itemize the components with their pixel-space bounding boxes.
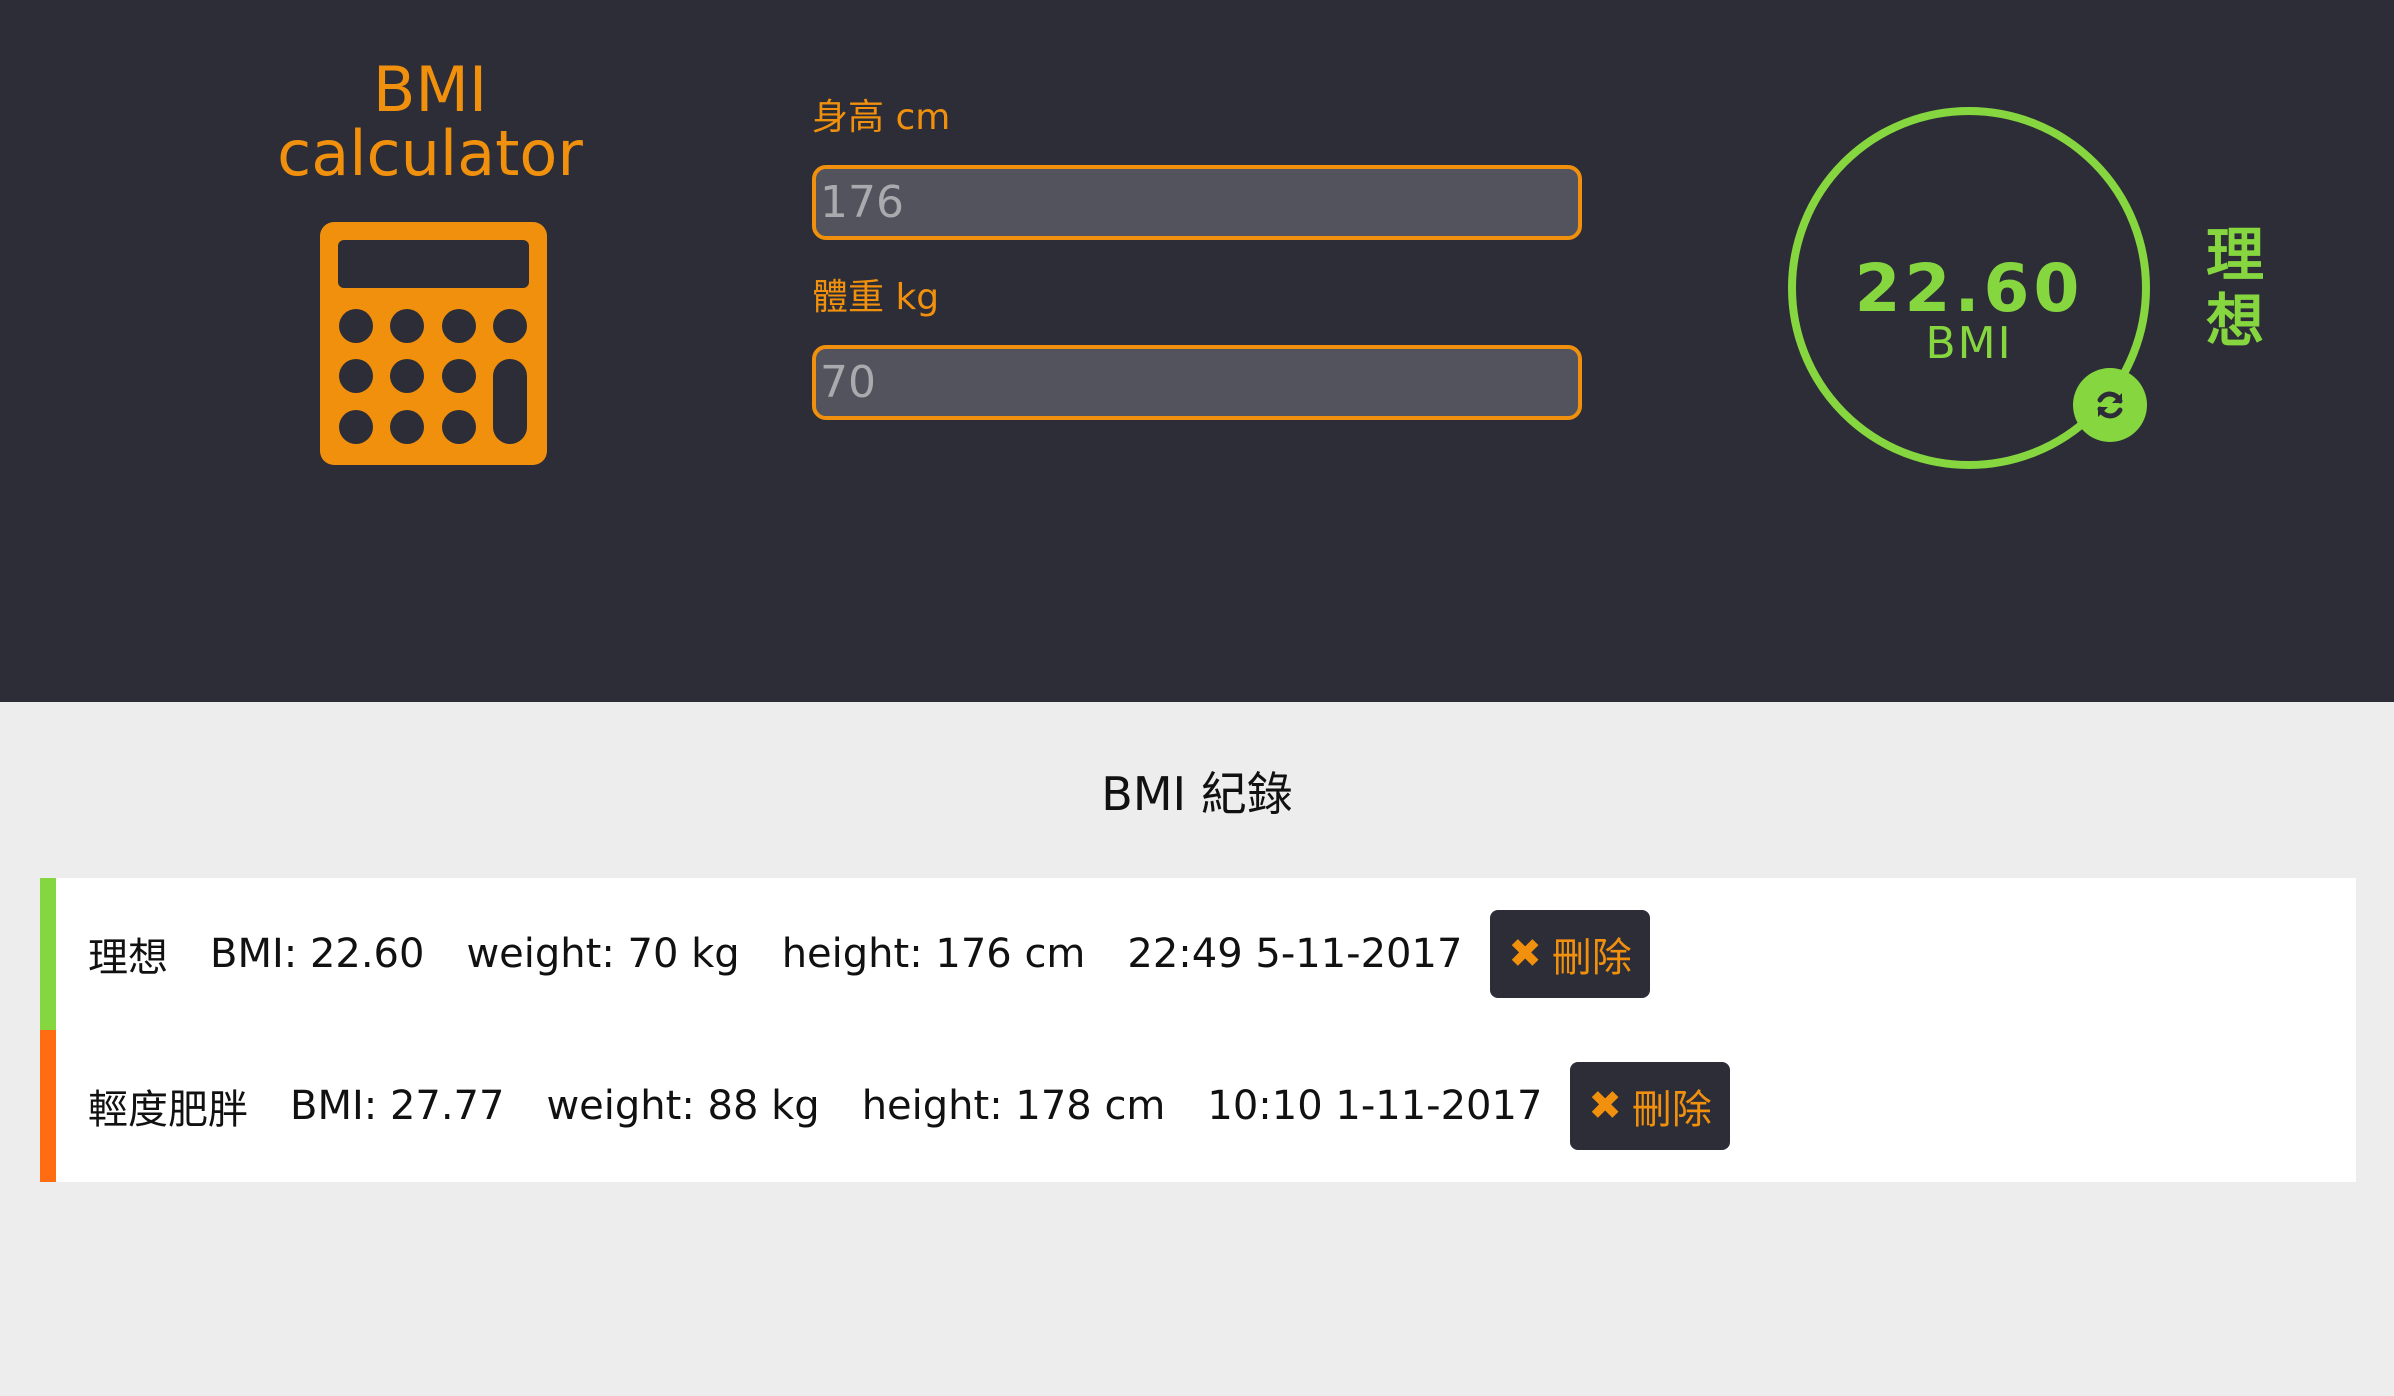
refresh-button[interactable] <box>2073 368 2147 442</box>
record-row: 理想 BMI: 22.60 weight: 70 kg height: 176 … <box>40 878 2356 1030</box>
records-list: 理想 BMI: 22.60 weight: 70 kg height: 176 … <box>40 878 2356 1182</box>
record-status: 理想 <box>88 935 168 981</box>
record-height: height: 176 cm <box>781 931 1086 977</box>
status-color-bar <box>40 1030 56 1182</box>
height-input[interactable] <box>812 165 1582 240</box>
weight-label: 體重 kg <box>812 277 940 318</box>
close-icon: ✖ <box>1588 1083 1622 1129</box>
record-row: 輕度肥胖 BMI: 27.77 weight: 88 kg height: 17… <box>40 1030 2356 1182</box>
delete-label: 刪除 <box>1551 935 1632 981</box>
bmi-value: 22.60 <box>1854 250 2084 327</box>
status-color-bar <box>40 878 56 1030</box>
weight-input[interactable] <box>812 345 1582 420</box>
bmi-status: 理想 <box>2205 221 2264 355</box>
brand-title: BMI calculator <box>270 58 590 186</box>
delete-button[interactable]: ✖ 刪除 <box>1490 910 1650 998</box>
calculator-icon <box>320 222 547 465</box>
record-time: 22:49 5-11-2017 <box>1127 931 1463 977</box>
record-height: height: 178 cm <box>861 1083 1166 1129</box>
record-bmi: BMI: 27.77 <box>290 1083 505 1129</box>
record-status: 輕度肥胖 <box>88 1087 248 1133</box>
header: BMI calculator 身高 cm 體重 kg 22.60 BMI 理想 <box>0 0 2394 702</box>
records-title: BMI 紀錄 <box>1101 767 1293 821</box>
delete-button[interactable]: ✖ 刪除 <box>1570 1062 1730 1150</box>
refresh-icon <box>2097 391 2123 419</box>
record-time: 10:10 1-11-2017 <box>1207 1083 1543 1129</box>
bmi-unit: BMI <box>1925 318 2013 369</box>
brand-title-line1: BMI <box>372 53 488 126</box>
brand-title-line2: calculator <box>277 117 583 190</box>
record-weight: weight: 70 kg <box>466 931 740 977</box>
height-label: 身高 cm <box>812 97 951 138</box>
close-icon: ✖ <box>1508 931 1542 977</box>
record-bmi: BMI: 22.60 <box>210 931 425 977</box>
delete-label: 刪除 <box>1631 1087 1712 1133</box>
record-weight: weight: 88 kg <box>546 1083 820 1129</box>
